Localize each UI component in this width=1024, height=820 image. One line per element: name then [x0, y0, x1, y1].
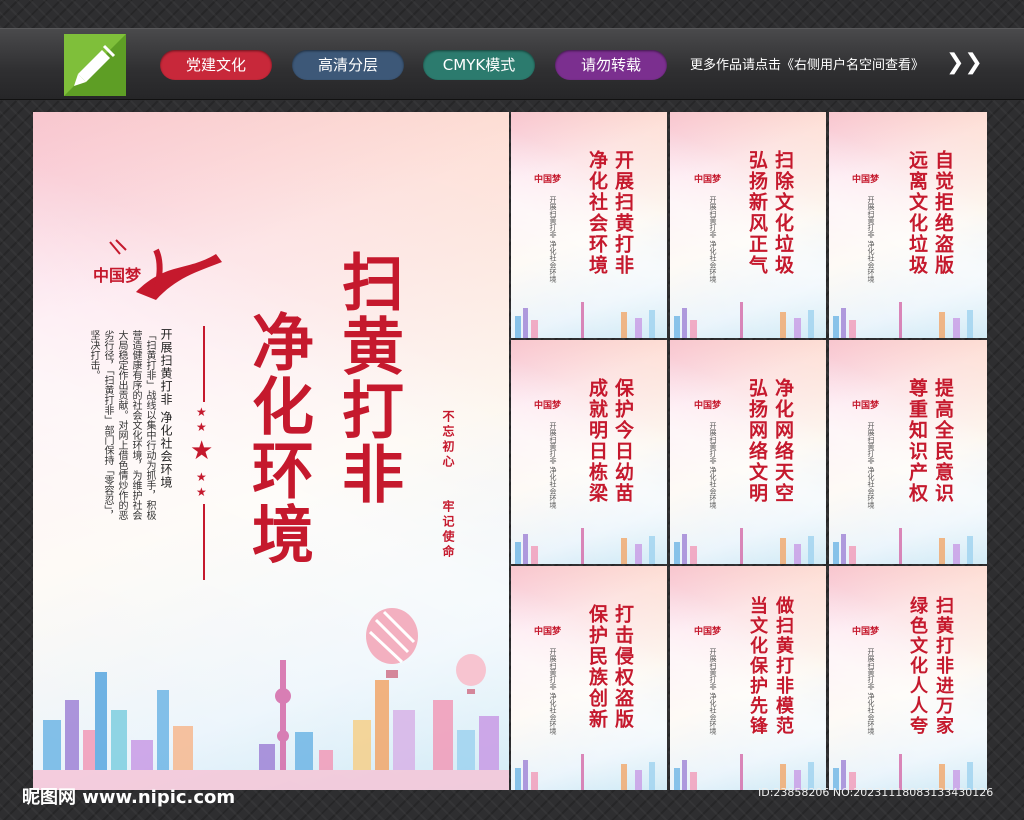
main-title-line1: 扫黄打非 — [331, 250, 404, 506]
skyline-image — [674, 302, 814, 338]
poster-6-line2: 尊重知识产权 — [906, 378, 928, 504]
poster-3-line2: 远离文化垃圾 — [906, 150, 928, 276]
double-arrow-icon[interactable]: ❯❯ — [946, 52, 983, 74]
main-logo-text: 中国梦 — [93, 266, 142, 285]
skyline-image — [833, 754, 973, 790]
image-id-text: ID:23858206 NO:20231118083133430126 — [758, 786, 994, 799]
site-logo-icon[interactable] — [64, 34, 126, 96]
poster-5-line1: 净化网络天空 — [772, 378, 794, 504]
star-icon: ★ — [196, 405, 207, 419]
main-body-text: 「扫黄打非」战线以集中行动为抓手，积极营造健康有序的社会文化环境，为维护社会大局… — [88, 330, 155, 520]
poster-sub-text: 开展扫黄打非 净化社会环境 — [709, 196, 717, 283]
star-icon: ★ — [196, 420, 207, 434]
poster-1-line1: 开展扫黄打非 — [612, 150, 634, 276]
skyline-image — [833, 302, 973, 338]
tag-cmyk[interactable]: CMYK模式 — [423, 50, 535, 80]
skyline-image — [515, 754, 655, 790]
skyline-image — [833, 528, 973, 564]
poster-8-line2: 当文化保护先锋 — [747, 596, 768, 736]
poster-logo: 中国梦 — [852, 401, 880, 411]
main-subtitle: 开展扫黄打非 净化社会环境 — [159, 328, 173, 489]
skyline-image — [515, 302, 655, 338]
poster-4-line1: 保护今日幼苗 — [612, 378, 634, 504]
hot-air-balloon-icon — [366, 608, 418, 678]
poster-sub-text: 开展扫黄打非 净化社会环境 — [867, 422, 875, 509]
star-icon: ★ — [196, 485, 207, 499]
poster-logo: 中国梦 — [852, 627, 880, 637]
poster-8-line1: 做扫黄打非模范 — [773, 596, 794, 736]
poster-sub-text: 开展扫黄打非 净化社会环境 — [867, 196, 875, 283]
poster-1-line2: 净化社会环境 — [586, 150, 608, 276]
poster-sub-text: 开展扫黄打非 净化社会环境 — [549, 422, 557, 509]
poster-logo: 中国梦 — [694, 401, 722, 411]
tag-no-repost[interactable]: 请勿转载 — [555, 50, 667, 80]
poster-logo: 中国梦 — [534, 627, 562, 637]
poster-sub-text: 开展扫黄打非 净化社会环境 — [709, 648, 717, 735]
star-icon: ★ — [190, 436, 214, 466]
poster-3-line1: 自觉拒绝盗版 — [932, 150, 954, 276]
poster-logo: 中国梦 — [694, 627, 722, 637]
slogan-remember-mission: 牢记使命 — [441, 500, 455, 560]
poster-logo: 中国梦 — [852, 175, 880, 185]
poster-7-line2: 保护民族创新 — [586, 604, 608, 730]
poster-6-line1: 提高全民意识 — [932, 378, 954, 504]
skyline-image — [674, 528, 814, 564]
poster-logo: 中国梦 — [534, 175, 562, 185]
skyline-image — [515, 528, 655, 564]
poster-logo: 中国梦 — [694, 175, 722, 185]
poster-2-line2: 弘扬新风正气 — [746, 150, 768, 276]
tag-party-culture[interactable]: 党建文化 — [160, 50, 272, 80]
poster-7-line1: 打击侵权盗版 — [612, 604, 634, 730]
poster-9-line1: 扫黄打非进万家 — [933, 596, 954, 736]
main-title-line2: 净化环境 — [241, 310, 314, 566]
poster-2-line1: 扫除文化垃圾 — [772, 150, 794, 276]
poster-sub-text: 开展扫黄打非 净化社会环境 — [549, 196, 557, 283]
hot-air-balloon-small-icon — [456, 654, 486, 694]
poster-logo: 中国梦 — [534, 401, 562, 411]
skyline-image — [674, 754, 814, 790]
skyline-image — [33, 660, 509, 790]
star-icon: ★ — [196, 470, 207, 484]
tag-hd-layers[interactable]: 高清分层 — [292, 50, 404, 80]
poster-5-line2: 弘扬网络文明 — [746, 378, 768, 504]
poster-4-line2: 成就明日栋梁 — [586, 378, 608, 504]
watermark-site: 昵图网 www.nipic.com — [22, 787, 236, 808]
main-divider-bottom — [203, 504, 205, 580]
main-divider-top — [203, 326, 205, 402]
poster-sub-text: 开展扫黄打非 净化社会环境 — [867, 648, 875, 735]
poster-9-line2: 绿色文化人人夸 — [907, 596, 928, 736]
slogan-stay-true: 不忘初心 — [441, 410, 455, 470]
more-works-note[interactable]: 更多作品请点击《右侧用户名空间查看》 — [690, 54, 924, 73]
poster-sub-text: 开展扫黄打非 净化社会环境 — [709, 422, 717, 509]
poster-sub-text: 开展扫黄打非 净化社会环境 — [549, 648, 557, 735]
